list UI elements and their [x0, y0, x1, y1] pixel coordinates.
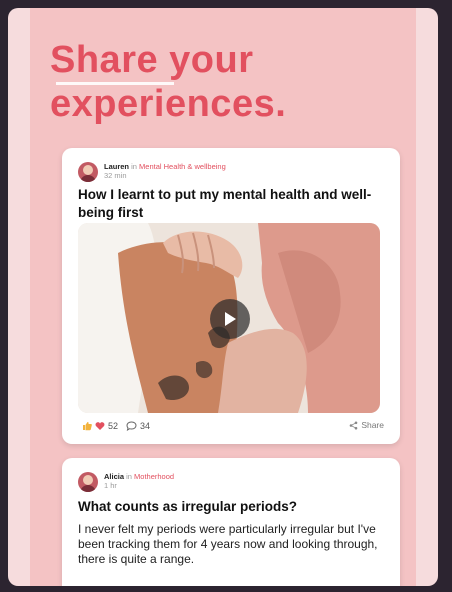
- in-word: in: [131, 162, 137, 171]
- post-author: Lauren in Mental Health & wellbeing 32 m…: [78, 162, 226, 182]
- headline-underline: [56, 82, 174, 85]
- comment-count: 34: [140, 421, 151, 431]
- reaction-count: 52: [108, 421, 119, 431]
- author-name[interactable]: Lauren: [104, 162, 129, 171]
- play-icon: [225, 312, 236, 326]
- avatar[interactable]: [78, 472, 98, 492]
- share-icon: [350, 421, 358, 429]
- post-excerpt: I never felt my periods were particularl…: [78, 522, 378, 566]
- play-button[interactable]: [210, 299, 250, 339]
- post-title[interactable]: What counts as irregular periods?: [78, 498, 297, 516]
- share-button[interactable]: Share: [349, 420, 384, 430]
- in-word: in: [126, 472, 132, 481]
- post-time: 32 min: [104, 171, 127, 180]
- avatar[interactable]: [78, 162, 98, 182]
- post-meta: Alicia in Motherhood 1 hr: [104, 472, 174, 490]
- post-meta: Lauren in Mental Health & wellbeing 32 m…: [104, 162, 226, 180]
- heart-icon[interactable]: [95, 421, 105, 431]
- share-label: Share: [361, 420, 384, 430]
- post-title[interactable]: How I learnt to put my mental health and…: [78, 186, 378, 222]
- author-name[interactable]: Alicia: [104, 472, 124, 481]
- category-link[interactable]: Motherhood: [134, 472, 174, 481]
- post-time: 1 hr: [104, 481, 117, 490]
- post-card[interactable]: Alicia in Motherhood 1 hr What counts as…: [62, 458, 400, 586]
- post-card[interactable]: Lauren in Mental Health & wellbeing 32 m…: [62, 148, 400, 444]
- headline-line-1: Share your: [50, 39, 254, 81]
- like-icon[interactable]: [82, 421, 92, 431]
- page-headline: Share your experiences.: [50, 38, 286, 126]
- post-actions: 52 34: [82, 421, 150, 431]
- category-link[interactable]: Mental Health & wellbeing: [139, 162, 226, 171]
- app-frame: Share your experiences. Lauren in Mental…: [8, 8, 438, 586]
- headline-line-2: experiences.: [50, 83, 287, 125]
- post-author: Alicia in Motherhood 1 hr: [78, 472, 174, 492]
- post-video[interactable]: [78, 223, 380, 413]
- comment-icon[interactable]: [126, 421, 137, 431]
